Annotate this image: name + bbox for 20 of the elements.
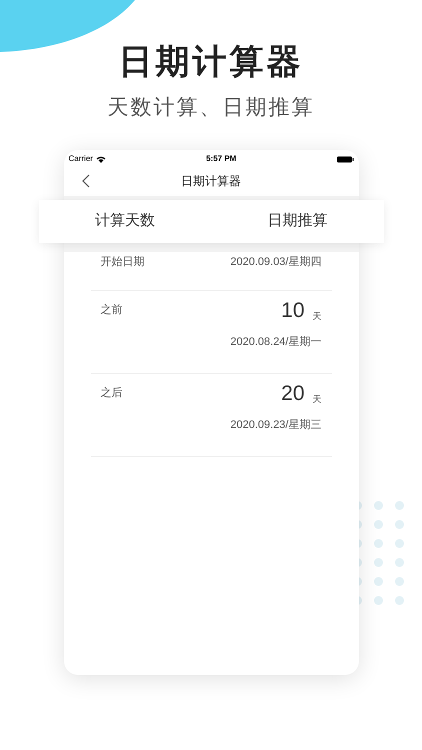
tab[interactable]: 日期推算	[211, 200, 384, 243]
direction-label: 之前	[100, 302, 122, 318]
subtitle: 天数计算、日期推算	[108, 96, 314, 120]
result-date: 2020.09.23/星期三	[230, 418, 322, 430]
direction-label: 之后	[100, 386, 122, 402]
start-date-value[interactable]: 2020.09.03/星期四	[230, 254, 322, 270]
tab[interactable]: 计算天数	[38, 200, 211, 243]
nav-title: 日期计算器	[181, 173, 241, 190]
carrier-label: Carrier	[68, 153, 93, 165]
start-date-label: 开始日期	[100, 255, 144, 270]
result-date: 2020.08.24/星期一	[230, 336, 322, 348]
unit-label: 天	[312, 310, 322, 322]
unit-label: 天	[312, 392, 322, 406]
headline: 日期计算器	[118, 42, 304, 83]
wifi-icon	[96, 156, 106, 162]
back-icon[interactable]	[82, 174, 90, 188]
battery-icon	[336, 156, 354, 162]
status-time: 5:57 PM	[206, 153, 236, 165]
days-value[interactable]: 20	[281, 380, 304, 406]
days-value[interactable]: 10	[281, 298, 304, 324]
